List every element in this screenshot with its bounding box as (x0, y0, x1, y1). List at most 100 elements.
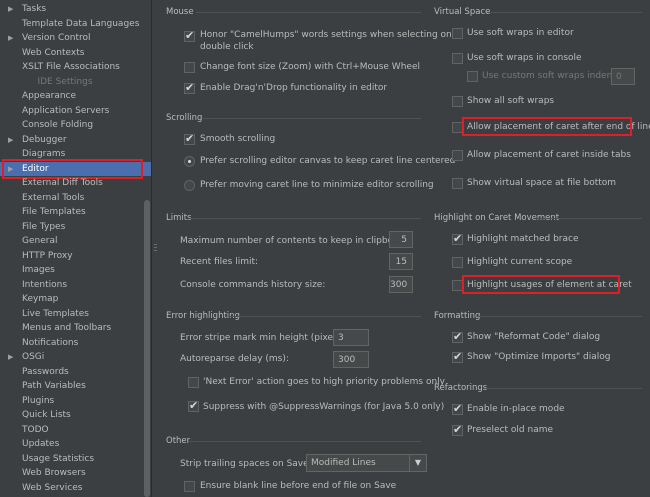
soft-wraps-editor-label: Use soft wraps in editor (467, 28, 574, 38)
tree-item[interactable]: Usage Statistics (0, 452, 151, 466)
tree-item[interactable]: External Tools (0, 191, 151, 205)
tree-item[interactable]: External Diff Tools (0, 176, 151, 190)
preselect-name-checkbox[interactable] (452, 423, 463, 436)
tree-item-label: Web Services (22, 482, 83, 493)
formatting-section-title: Formatting (434, 311, 481, 321)
tree-item-label: Intentions (22, 279, 68, 290)
prefer-canvas-label: Prefer scrolling editor canvas to keep c… (200, 156, 456, 166)
tree-item-label: OSGi (22, 352, 45, 362)
tree-item-label: Notifications (22, 337, 79, 348)
strip-spaces-label: Strip trailing spaces on Save: (180, 459, 312, 469)
tree-item-label: File Templates (22, 207, 86, 217)
tree-item[interactable]: Appearance (0, 89, 151, 103)
tree-item[interactable]: ▶ Tasks (0, 2, 151, 16)
caret-inside-tabs-checkbox[interactable] (452, 150, 463, 161)
tree-item[interactable]: Passwords (0, 365, 151, 379)
tree-item[interactable]: Template Data Languages (0, 17, 151, 31)
prefer-caret-radio[interactable] (184, 180, 195, 191)
custom-indent-label: Use custom soft wraps indent (482, 71, 616, 81)
optimize-imports-checkbox[interactable] (452, 350, 463, 363)
smooth-scrolling-checkbox[interactable] (184, 132, 195, 145)
custom-indent-input[interactable]: 0 (611, 68, 635, 85)
inplace-mode-checkbox[interactable] (452, 402, 463, 415)
splitter[interactable] (151, 0, 161, 497)
tree-item[interactable]: ▶ Debugger (0, 133, 151, 147)
tree-item-label: Path Variables (22, 381, 86, 391)
tree-item-label: Updates (22, 439, 60, 449)
next-error-checkbox[interactable] (188, 377, 199, 388)
tree-item[interactable]: Web Services (0, 481, 151, 495)
tree-item[interactable]: Application Servers (0, 104, 151, 118)
matched-brace-checkbox[interactable] (452, 232, 463, 245)
sidebar-scrollbar[interactable] (144, 200, 150, 497)
highlight-box (462, 275, 620, 294)
tree-item[interactable]: HTTP Proxy (0, 249, 151, 263)
limits-section-title: Limits (166, 213, 192, 223)
smooth-scrolling-label: Smooth scrolling (200, 134, 276, 144)
tree-item[interactable]: File Types (0, 220, 151, 234)
tree-item[interactable]: File Templates (0, 205, 151, 219)
expand-arrow-icon[interactable]: ▶ (8, 2, 13, 16)
dnd-checkbox[interactable] (184, 81, 195, 94)
virtual-space-bottom-label: Show virtual space at file bottom (467, 178, 617, 188)
tree-item-label: XSLT File Associations (22, 62, 120, 72)
reparse-delay-label: Autoreparse delay (ms): (180, 354, 289, 364)
tree-item[interactable]: Web Browsers (0, 466, 151, 480)
blank-line-label: Ensure blank line before end of file on … (200, 481, 397, 491)
blank-line-checkbox[interactable] (184, 481, 195, 492)
tree-item[interactable]: Updates (0, 437, 151, 451)
tree-item[interactable]: ▶ OSGi (0, 350, 151, 364)
expand-arrow-icon[interactable]: ▶ (8, 350, 13, 364)
soft-wraps-console-checkbox[interactable] (452, 53, 463, 64)
tree-item[interactable]: Quick Lists (0, 408, 151, 422)
tree-item[interactable]: TODO (0, 423, 151, 437)
dnd-label: Enable Drag'n'Drop functionality in edit… (200, 83, 388, 93)
splitter-grip (154, 247, 157, 248)
tree-item[interactable]: Plugins (0, 394, 151, 408)
tree-item-label: File Types (22, 221, 66, 232)
expand-arrow-icon[interactable]: ▶ (8, 31, 13, 45)
tree-item[interactable]: ▶ Version Control (0, 31, 151, 45)
expand-arrow-icon[interactable]: ▶ (8, 133, 13, 147)
camelhumps-checkbox[interactable] (184, 29, 195, 42)
splitter-grip (154, 250, 157, 251)
settings-tree: ▶ Tasks Template Data Languages ▶ Version Co… (0, 0, 151, 497)
tree-item[interactable]: XSLT File Associations (0, 60, 151, 74)
console-history-input[interactable]: 300 (389, 276, 413, 293)
soft-wraps-console-label: Use soft wraps in console (467, 53, 582, 63)
clipboard-limit-input[interactable]: 5 (389, 231, 413, 248)
zoom-checkbox[interactable] (184, 62, 195, 73)
strip-spaces-value: Modified Lines (311, 458, 376, 468)
show-all-soft-wraps-checkbox[interactable] (452, 96, 463, 107)
next-error-label: 'Next Error' action goes to high priorit… (203, 377, 445, 387)
tree-item[interactable]: Images (0, 263, 151, 277)
reformat-dialog-checkbox[interactable] (452, 330, 463, 343)
tree-item[interactable]: General (0, 234, 151, 248)
section-divider (487, 12, 642, 13)
tree-item[interactable]: Live Templates (0, 307, 151, 321)
scrolling-section-title: Scrolling (166, 113, 203, 123)
stripe-height-input[interactable]: 3 (333, 329, 369, 346)
custom-indent-checkbox[interactable] (467, 71, 478, 82)
chevron-down-icon[interactable]: ▼ (409, 455, 426, 471)
other-section-title: Other (166, 436, 191, 446)
camelhumps-label-line2: double click (200, 42, 254, 52)
reparse-delay-input[interactable]: 300 (333, 351, 369, 368)
section-divider (484, 388, 642, 389)
current-scope-checkbox[interactable] (452, 257, 463, 268)
tree-item[interactable]: Keymap (0, 292, 151, 306)
tree-item[interactable]: Path Variables (0, 379, 151, 393)
tree-item[interactable]: Menus and Toolbars (0, 321, 151, 335)
tree-item[interactable]: Notifications (0, 336, 151, 350)
suppress-warnings-checkbox[interactable] (188, 399, 199, 412)
tree-item-label: External Tools (22, 192, 85, 203)
soft-wraps-editor-checkbox[interactable] (452, 28, 463, 39)
recent-files-input[interactable]: 15 (389, 253, 413, 270)
prefer-canvas-radio[interactable] (184, 156, 195, 167)
tree-item[interactable]: Console Folding (0, 118, 151, 132)
virtual-space-bottom-checkbox[interactable] (452, 178, 463, 189)
strip-spaces-combo[interactable]: Modified Lines ▼ (306, 454, 427, 472)
tree-item[interactable]: Web Contexts (0, 46, 151, 60)
tree-item-label: Web Contexts (22, 47, 85, 58)
tree-item[interactable]: Intentions (0, 278, 151, 292)
